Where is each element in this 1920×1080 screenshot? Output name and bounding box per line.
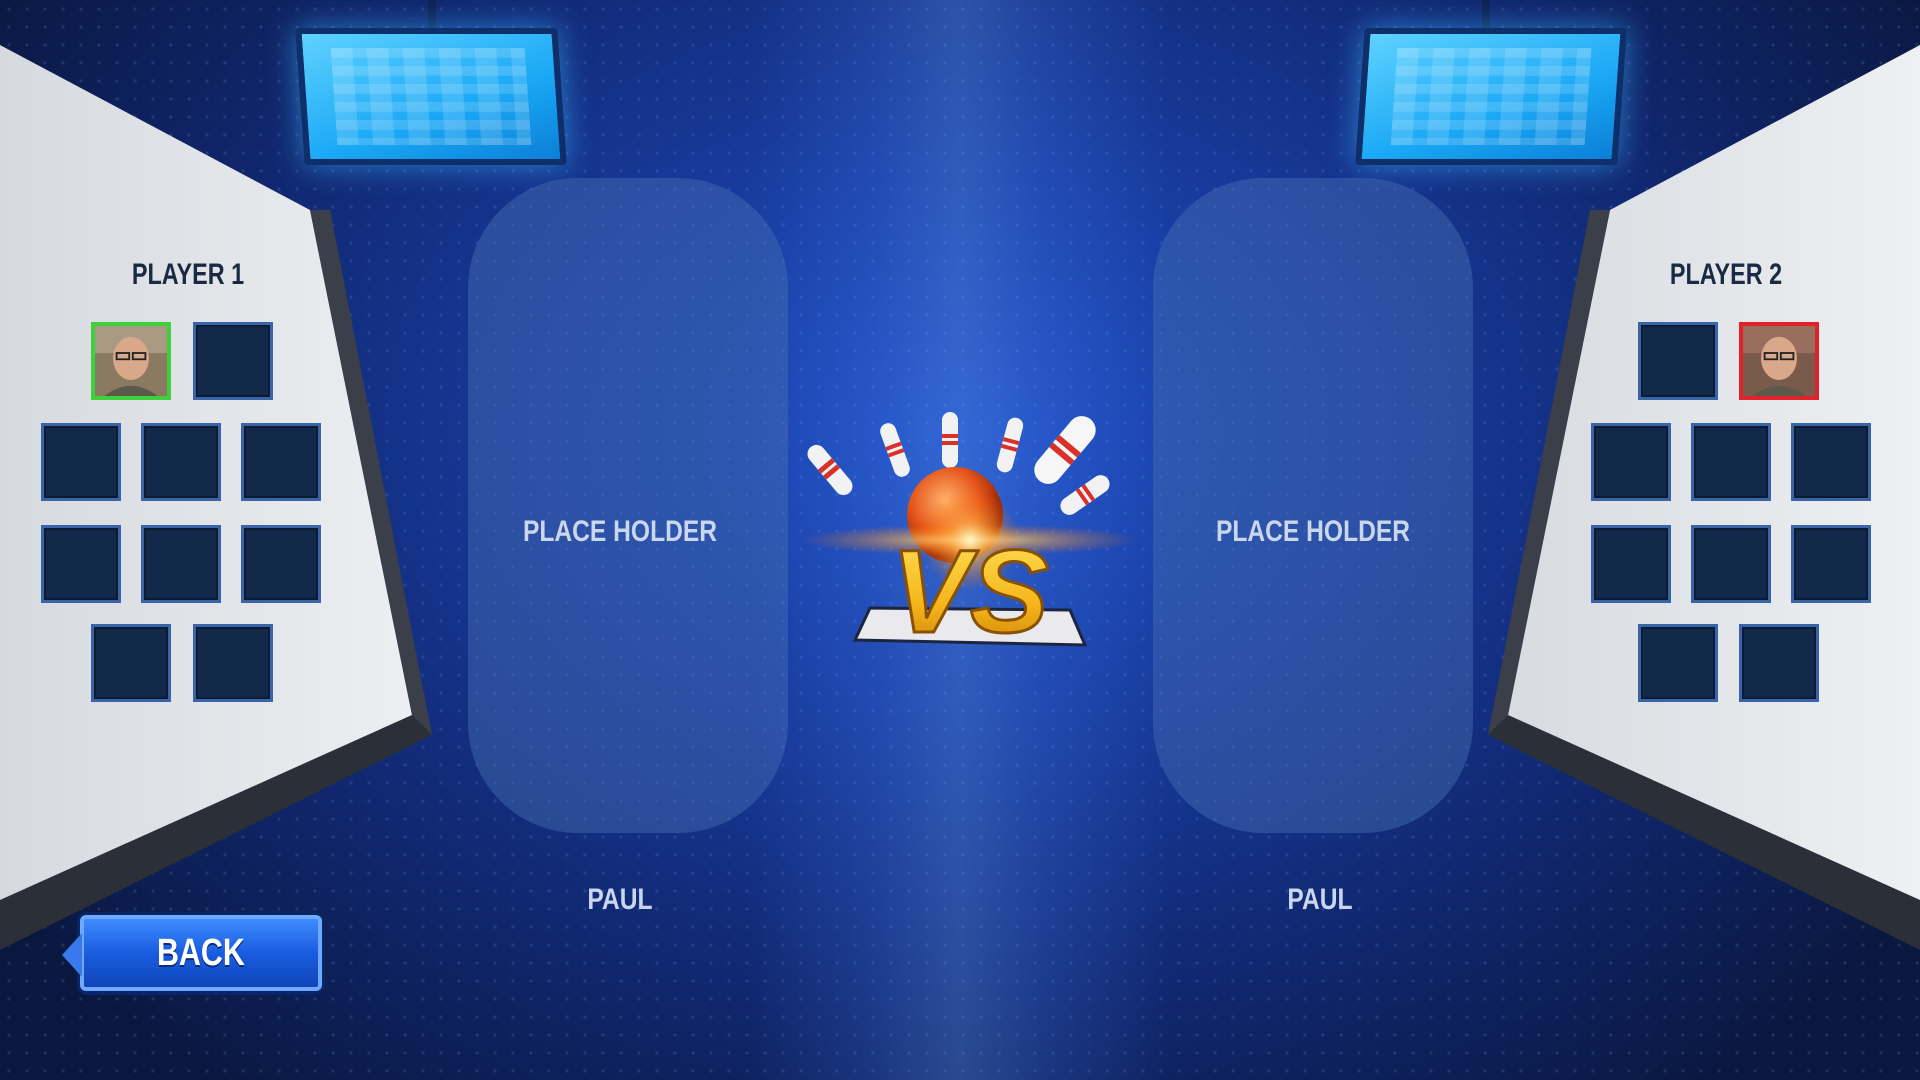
vs-logo: VS: [800, 412, 1140, 660]
player1-slot[interactable]: [193, 322, 273, 400]
player2-character-card: [1153, 178, 1473, 833]
player2-card-text: PLACE HOLDER: [1215, 515, 1411, 548]
overhead-screen-left: [295, 28, 567, 165]
player2-selected-avatar[interactable]: [1739, 322, 1819, 400]
back-button[interactable]: BACK: [62, 915, 322, 991]
player2-slot[interactable]: [1691, 525, 1771, 603]
player1-slot[interactable]: [41, 423, 121, 501]
player2-name: PAUL: [1287, 883, 1353, 916]
player1-slot[interactable]: [91, 624, 171, 702]
avatar-portrait-icon: [95, 326, 167, 397]
player2-slot[interactable]: [1791, 423, 1871, 501]
player1-slot[interactable]: [241, 423, 321, 501]
overhead-screen-right: [1355, 28, 1627, 165]
player2-title: PLAYER 2: [1669, 258, 1783, 291]
back-button-label: BACK: [157, 931, 245, 974]
player2-slot[interactable]: [1638, 624, 1718, 702]
player1-character-card: [468, 178, 788, 833]
player2-slot[interactable]: [1739, 624, 1819, 702]
player2-slot[interactable]: [1638, 322, 1718, 400]
player2-slot[interactable]: [1691, 423, 1771, 501]
player1-name: PAUL: [587, 883, 653, 916]
player1-slot[interactable]: [41, 525, 121, 603]
player1-slot[interactable]: [193, 624, 273, 702]
player1-title: PLAYER 1: [131, 258, 245, 291]
player2-slot[interactable]: [1591, 525, 1671, 603]
player1-slot[interactable]: [141, 525, 221, 603]
player2-slot[interactable]: [1791, 525, 1871, 603]
vs-text: VS: [891, 526, 1048, 658]
player1-selected-avatar[interactable]: [91, 322, 171, 400]
player2-slot[interactable]: [1591, 423, 1671, 501]
avatar-portrait-icon: [1743, 326, 1815, 397]
player1-slot[interactable]: [241, 525, 321, 603]
player1-slot[interactable]: [141, 423, 221, 501]
player1-card-text: PLACE HOLDER: [522, 515, 718, 548]
screen-mount-left: [428, 0, 436, 30]
screen-mount-right: [1482, 0, 1490, 30]
